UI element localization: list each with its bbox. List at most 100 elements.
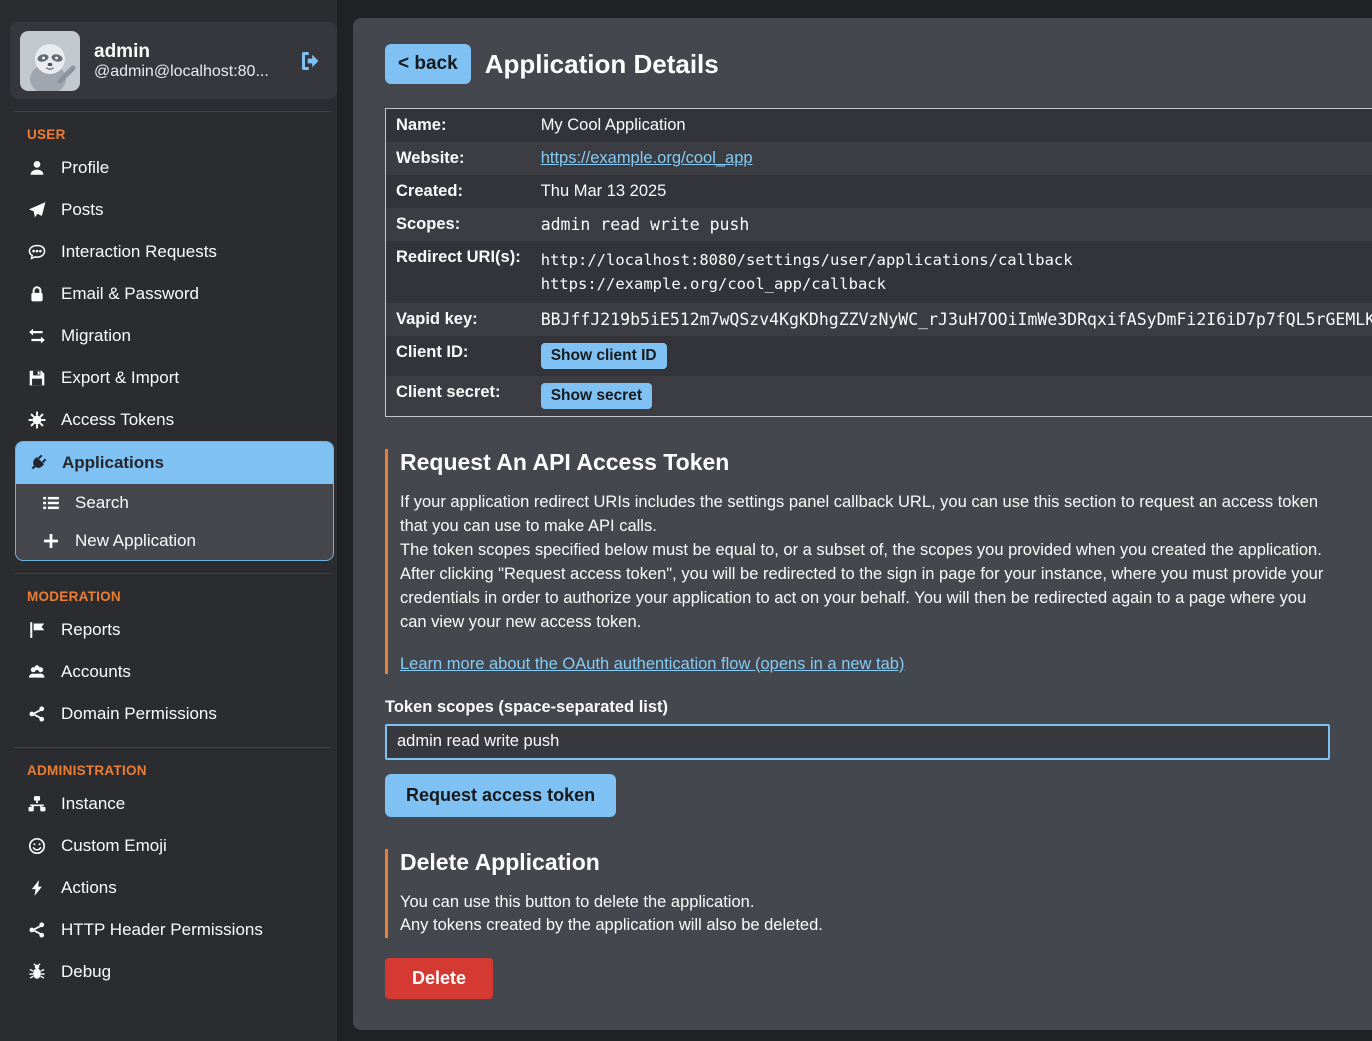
row-label: Client secret: (386, 376, 531, 417)
row-value: Thu Mar 13 2025 (531, 175, 1372, 208)
sidebar-item-posts[interactable]: Posts (10, 189, 337, 231)
row-label: Name: (386, 109, 531, 143)
sidebar-item-label: Custom Emoji (61, 836, 167, 856)
table-row-client-id: Client ID: Show client ID (386, 336, 1372, 376)
sidebar-item-label: Domain Permissions (61, 704, 217, 724)
delete-line-1: You can use this button to delete the ap… (400, 891, 1330, 915)
sidebar-item-profile[interactable]: Profile (10, 147, 337, 189)
delete-section-title: Delete Application (400, 849, 1330, 876)
back-button[interactable]: < back (385, 44, 471, 84)
user-info: admin @admin@localhost:80... (94, 40, 285, 82)
sidebar-item-actions[interactable]: Actions (10, 867, 337, 909)
section-label-moderation: MODERATION (10, 576, 337, 609)
token-paragraph-2: The token scopes specified below must be… (400, 539, 1330, 563)
sidebar-item-interaction-requests[interactable]: Interaction Requests (10, 231, 337, 273)
sidebar-item-label: Access Tokens (61, 410, 174, 430)
row-label: Created: (386, 175, 531, 208)
page-header: < back Application Details (385, 44, 1330, 84)
share-nodes-icon (28, 921, 46, 939)
sidebar-item-access-tokens[interactable]: Access Tokens (10, 399, 337, 441)
row-value: BBJffJ219b5iE512m7wQSzv4KgKDhgZZVzNyWC_r… (531, 303, 1372, 336)
main-panel: < back Application Details Name: My Cool… (353, 18, 1372, 1030)
delete-line-2: Any tokens created by the application wi… (400, 914, 1330, 938)
redirect-uri-2: https://example.org/cool_app/callback (541, 272, 1372, 296)
sloth-avatar-image (20, 31, 80, 91)
sidebar-item-debug[interactable]: Debug (10, 951, 337, 993)
transfer-arrows-icon (28, 327, 46, 345)
sidebar-subitem-search[interactable]: Search (16, 484, 333, 522)
redirect-uri-1: http://localhost:8080/settings/user/appl… (541, 248, 1372, 272)
sidebar-item-label: Applications (62, 453, 164, 473)
row-label: Client ID: (386, 336, 531, 376)
sidebar-item-label: Accounts (61, 662, 131, 682)
applications-group: Applications Search New Application (15, 441, 334, 561)
oauth-docs-link[interactable]: Learn more about the OAuth authenticatio… (400, 655, 904, 674)
bolt-icon (28, 879, 46, 897)
sidebar-item-export-import[interactable]: Export & Import (10, 357, 337, 399)
sidebar-item-label: HTTP Header Permissions (61, 920, 263, 940)
table-row-website: Website: https://example.org/cool_app (386, 142, 1372, 175)
table-row-vapid-key: Vapid key: BBJffJ219b5iE512m7wQSzv4KgKDh… (386, 303, 1372, 336)
flag-icon (28, 621, 46, 639)
show-secret-button[interactable]: Show secret (541, 383, 652, 409)
floppy-disk-icon (28, 369, 46, 387)
sidebar-item-applications[interactable]: Applications (16, 442, 333, 484)
sidebar-item-migration[interactable]: Migration (10, 315, 337, 357)
sidebar-item-label: Debug (61, 962, 111, 982)
comment-icon (28, 243, 46, 261)
user-card[interactable]: admin @admin@localhost:80... (10, 22, 337, 99)
sidebar-item-label: Reports (61, 620, 121, 640)
share-nodes-icon (28, 705, 46, 723)
page-title: Application Details (485, 49, 719, 80)
row-label: Website: (386, 142, 531, 175)
token-scopes-input[interactable] (385, 724, 1330, 760)
sidebar-item-domain-permissions[interactable]: Domain Permissions (10, 693, 337, 735)
token-section: Request An API Access Token If your appl… (385, 449, 1330, 817)
user-icon (28, 159, 46, 177)
sidebar-item-reports[interactable]: Reports (10, 609, 337, 651)
delete-button[interactable]: Delete (385, 958, 493, 999)
delete-section-bordered: Delete Application You can use this butt… (385, 849, 1330, 939)
sidebar-item-label: Actions (61, 878, 117, 898)
table-row-redirect-uris: Redirect URI(s): http://localhost:8080/s… (386, 241, 1372, 303)
sidebar-item-label: Posts (61, 200, 104, 220)
paper-plane-icon (28, 201, 46, 219)
sign-out-icon[interactable] (299, 49, 323, 73)
token-section-title: Request An API Access Token (400, 449, 1330, 476)
sidebar-item-custom-emoji[interactable]: Custom Emoji (10, 825, 337, 867)
application-details-table: Name: My Cool Application Website: https… (385, 108, 1372, 417)
sidebar-item-accounts[interactable]: Accounts (10, 651, 337, 693)
request-access-token-button[interactable]: Request access token (385, 774, 616, 817)
bug-icon (28, 963, 46, 981)
token-form: Token scopes (space-separated list) Requ… (385, 698, 1330, 817)
token-section-bordered: Request An API Access Token If your appl… (385, 449, 1330, 674)
sidebar-item-label: Instance (61, 794, 125, 814)
divider (14, 747, 331, 748)
sitemap-icon (28, 795, 46, 813)
sidebar-item-http-header-permissions[interactable]: HTTP Header Permissions (10, 909, 337, 951)
sidebar-item-email-password[interactable]: Email & Password (10, 273, 337, 315)
users-icon (28, 663, 46, 681)
show-client-id-button[interactable]: Show client ID (541, 343, 667, 369)
table-row-created: Created: Thu Mar 13 2025 (386, 175, 1372, 208)
divider (14, 573, 331, 574)
sidebar-item-label: Email & Password (61, 284, 199, 304)
divider (14, 111, 331, 112)
table-row-scopes: Scopes: admin read write push (386, 208, 1372, 241)
token-paragraph-3: After clicking "Request access token", y… (400, 563, 1330, 635)
list-icon (42, 494, 60, 512)
lock-icon (28, 285, 46, 303)
website-link[interactable]: https://example.org/cool_app (541, 149, 753, 167)
table-row-client-secret: Client secret: Show secret (386, 376, 1372, 417)
sidebar-item-label: Profile (61, 158, 109, 178)
row-label: Vapid key: (386, 303, 531, 336)
section-label-administration: ADMINISTRATION (10, 750, 337, 783)
user-name: admin (94, 40, 285, 64)
plug-icon (25, 450, 50, 475)
sidebar-subitem-new-application[interactable]: New Application (16, 522, 333, 560)
token-scopes-label: Token scopes (space-separated list) (385, 698, 1330, 717)
plus-icon (42, 532, 60, 550)
sidebar-item-label: Export & Import (61, 368, 179, 388)
sidebar-item-instance[interactable]: Instance (10, 783, 337, 825)
sidebar-item-label: Interaction Requests (61, 242, 217, 262)
